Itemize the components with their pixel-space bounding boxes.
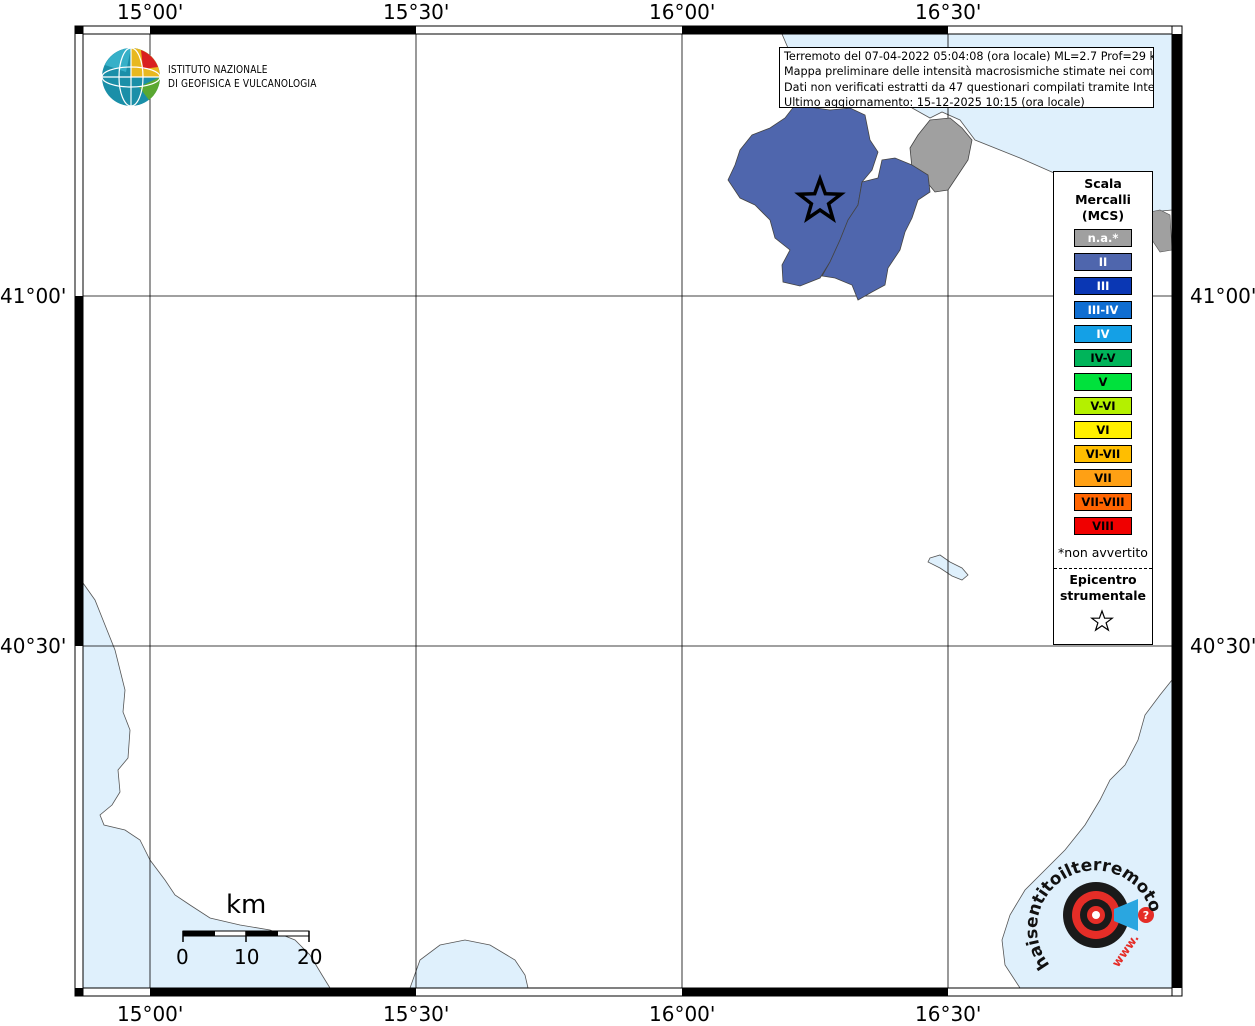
- legend-item-vi-vii: VI-VII: [1074, 445, 1132, 463]
- legend-epicenter-line1: Epicentro: [1069, 572, 1137, 587]
- legend-item-vi: VI: [1074, 421, 1132, 439]
- legend-item-ii: II: [1074, 253, 1132, 271]
- event-info-box: Terremoto del 07-04-2022 05:04:08 (ora l…: [779, 47, 1154, 108]
- event-info-line1: Terremoto del 07-04-2022 05:04:08 (ora l…: [784, 50, 1154, 63]
- mcs-legend: Scala Mercalli (MCS) n.a.* II III III-IV IV I…: [1053, 171, 1153, 645]
- lon-label-top-3: 16°00': [649, 0, 716, 24]
- legend-item-n-a: n.a.*: [1074, 229, 1132, 247]
- lat-label-right-1: 41°00': [1190, 284, 1255, 308]
- lon-label-bottom-2: 15°30': [383, 1002, 450, 1026]
- lon-label-top-1: 15°00': [117, 0, 184, 24]
- ingv-logo-line2: DI GEOFISICA E VULCANOLOGIA: [168, 77, 317, 90]
- lat-label-right-2: 40°30': [1190, 634, 1255, 658]
- scale-label-20: 20: [297, 945, 323, 969]
- event-info-line2: Mappa preliminare delle intensità macros…: [784, 65, 1154, 79]
- legend-item-iv: IV: [1074, 325, 1132, 343]
- legend-item-iii: III: [1074, 277, 1132, 295]
- legend-item-v-vi: V-VI: [1074, 397, 1132, 415]
- lon-label-top-2: 15°30': [383, 0, 450, 24]
- legend-item-iv-v: IV-V: [1074, 349, 1132, 367]
- event-info-line4: Ultimo aggiornamento: 15-12-2025 10:15 (…: [784, 95, 1085, 108]
- lon-label-top-4: 16°30': [915, 0, 982, 24]
- lon-label-bottom-3: 16°00': [649, 1002, 716, 1026]
- legend-item-viii: VIII: [1074, 517, 1132, 535]
- ingv-globe-icon: [101, 47, 161, 107]
- legend-title-line2: Mercalli: [1075, 192, 1131, 207]
- legend-epicenter-line2: strumentale: [1059, 588, 1147, 603]
- lat-label-left-1: 41°00': [0, 284, 67, 308]
- ingv-logo-text: ISTITUTO NAZIONALE DI GEOFISICA E VULCAN…: [168, 63, 317, 91]
- legend-item-iii-iv: III-IV: [1074, 301, 1132, 319]
- legend-item-vii: VII: [1074, 469, 1132, 487]
- legend-title-line3: (MCS): [1081, 208, 1125, 223]
- lat-label-left-2: 40°30': [0, 634, 67, 658]
- scale-label-10: 10: [234, 945, 260, 969]
- event-info-line3: Dati non verificati estratti da 47 quest…: [784, 80, 1154, 94]
- legend-item-vii-viii: VII-VIII: [1074, 493, 1132, 511]
- ingv-logo-line1: ISTITUTO NAZIONALE: [168, 63, 268, 76]
- legend-item-v: V: [1074, 373, 1132, 391]
- legend-note: *non avvertito: [1058, 545, 1148, 560]
- lon-label-bottom-4: 16°30': [915, 1002, 982, 1026]
- star-icon: [1090, 609, 1114, 632]
- legend-title-line1: Scala: [1084, 176, 1122, 191]
- scale-label-0: 0: [176, 945, 189, 969]
- lon-label-bottom-1: 15°00': [117, 1002, 184, 1026]
- legend-epicenter-label: Epicentro strumentale: [1054, 572, 1152, 604]
- legend-divider: [1054, 568, 1152, 569]
- scale-unit: km: [226, 890, 267, 920]
- legend-title: Scala Mercalli (MCS): [1054, 176, 1152, 224]
- map-area: [83, 34, 1172, 988]
